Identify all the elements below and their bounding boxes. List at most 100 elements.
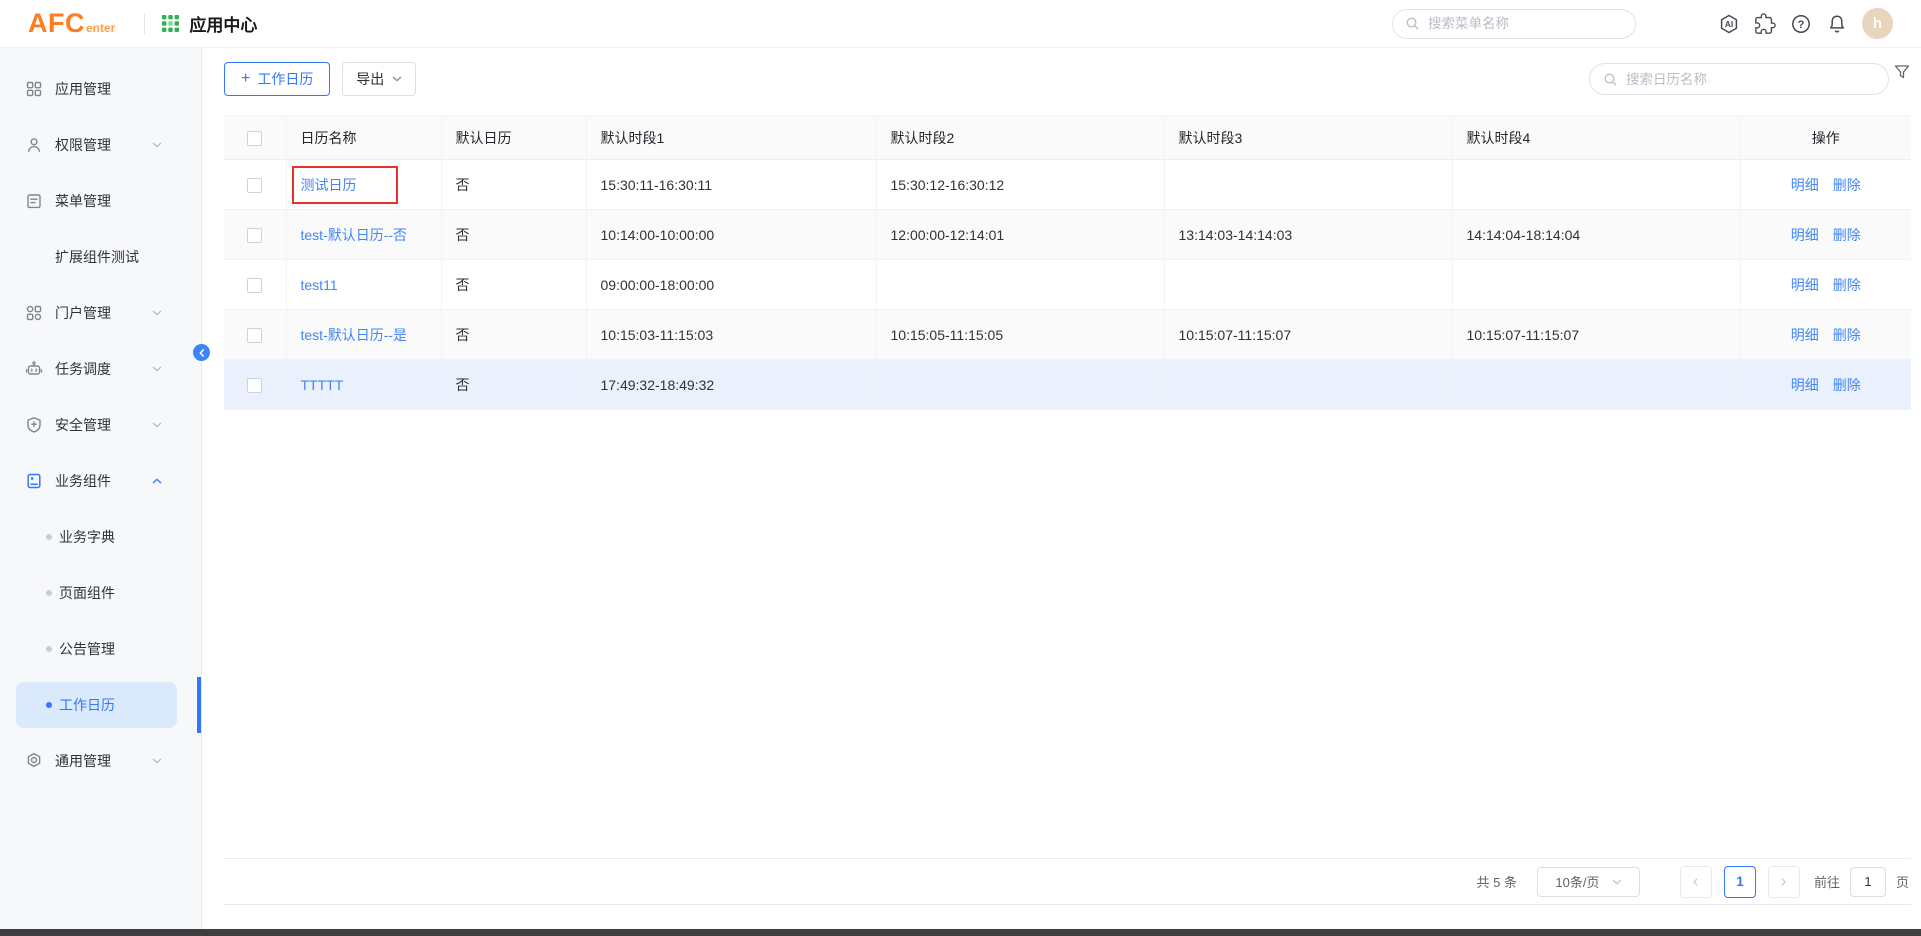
row-checkbox[interactable] (247, 378, 262, 393)
sidebar-item-portal-management[interactable]: 门户管理 (0, 285, 201, 341)
chevron-down-icon (152, 310, 162, 316)
calendar-name-link[interactable]: TTTTT (301, 377, 344, 393)
detail-link[interactable]: 明细 (1791, 227, 1819, 243)
goto-page-input[interactable] (1850, 867, 1886, 897)
pagination-bar: 共 5 条 10条/页 1 前往 页 (224, 858, 1911, 905)
ai-assistant-icon[interactable]: AI (1718, 13, 1740, 35)
time-slot-cell (1452, 360, 1740, 410)
time-slot-cell: 10:14:00-10:00:00 (586, 210, 876, 260)
component-book-icon (25, 472, 43, 490)
sidebar-item-menu-management[interactable]: 菜单管理 (0, 173, 201, 229)
sidebar-item-security-management[interactable]: 安全管理 (0, 397, 201, 453)
table-row: TTTTT否17:49:32-18:49:32明细删除 (224, 360, 1911, 410)
current-page-button[interactable]: 1 (1724, 866, 1756, 898)
search-icon (1603, 72, 1618, 87)
time-slot-cell: 15:30:12-16:30:12 (876, 160, 1164, 210)
sidebar-item-label: 业务组件 (55, 471, 111, 491)
sidebar-item-label: 菜单管理 (55, 191, 111, 211)
delete-link[interactable]: 删除 (1833, 277, 1861, 293)
sidebar-item-app-management[interactable]: 应用管理 (0, 61, 201, 117)
sidebar-item-business-dictionary[interactable]: 业务字典 (0, 509, 201, 565)
delete-link[interactable]: 删除 (1833, 327, 1861, 343)
detail-link[interactable]: 明细 (1791, 327, 1819, 343)
column-header-1: 默认日历 (441, 116, 586, 160)
select-all-checkbox[interactable] (247, 131, 262, 146)
sidebar-item-business-components[interactable]: 业务组件 (0, 453, 201, 509)
row-actions-cell: 明细删除 (1740, 360, 1911, 410)
delete-link[interactable]: 删除 (1833, 177, 1861, 193)
row-actions-cell: 明细删除 (1740, 210, 1911, 260)
calendar-name-link[interactable]: test-默认日历--是 (301, 327, 408, 343)
calendar-search-input[interactable] (1626, 72, 1875, 87)
user-icon (25, 136, 43, 154)
time-slot-cell (1452, 260, 1740, 310)
sidebar-item-general-management[interactable]: 通用管理 (0, 733, 201, 789)
sidebar-nav: 应用管理 权限管理 菜单管理 扩展组件测试 门户管理 (0, 48, 202, 929)
bullet-dot-icon (46, 590, 52, 596)
default-calendar-cell: 否 (441, 310, 586, 360)
horizontal-scrollbar[interactable] (0, 929, 1921, 936)
menu-search-input[interactable] (1428, 16, 1623, 31)
sidebar-item-task-scheduling[interactable]: 任务调度 (0, 341, 201, 397)
time-slot-cell: 10:15:03-11:15:03 (586, 310, 876, 360)
table-row: test-默认日历--是 否10:15:03-11:15:0310:15:05-1… (224, 310, 1911, 360)
calendar-name-link[interactable]: test11 (301, 277, 338, 293)
page-unit-label: 页 (1896, 872, 1909, 891)
default-calendar-cell: 否 (441, 160, 586, 210)
default-calendar-cell: 否 (441, 260, 586, 310)
app-center-grid-icon (162, 15, 179, 32)
sidebar-item-label: 应用管理 (55, 79, 111, 99)
prev-page-button[interactable] (1680, 866, 1712, 898)
row-checkbox[interactable] (247, 278, 262, 293)
row-checkbox[interactable] (247, 178, 262, 193)
table-body: 测试日历否15:30:11-16:30:1115:30:12-16:30:12明… (224, 160, 1911, 410)
detail-link[interactable]: 明细 (1791, 277, 1819, 293)
sidebar-item-permission-management[interactable]: 权限管理 (0, 117, 201, 173)
page-size-select[interactable]: 10条/页 (1537, 867, 1640, 897)
help-icon[interactable]: ? (1790, 13, 1812, 35)
time-slot-cell (876, 260, 1164, 310)
sidebar-item-label: 业务字典 (59, 527, 115, 547)
search-icon (1405, 16, 1420, 31)
column-header-2: 默认时段1 (586, 116, 876, 160)
sidebar-collapse-button[interactable] (193, 344, 210, 361)
time-slot-cell: 10:15:05-11:15:05 (876, 310, 1164, 360)
delete-link[interactable]: 删除 (1833, 377, 1861, 393)
sidebar-item-announcement-management[interactable]: 公告管理 (0, 621, 201, 677)
calendar-name-link[interactable]: test-默认日历--否 (301, 227, 408, 243)
calendar-name-link[interactable]: 测试日历 (301, 177, 357, 193)
sidebar-item-label: 通用管理 (55, 751, 111, 771)
page-title: 应用中心 (189, 11, 257, 36)
detail-link[interactable]: 明细 (1791, 377, 1819, 393)
sidebar-item-page-components[interactable]: 页面组件 (0, 565, 201, 621)
sidebar-item-label: 扩展组件测试 (55, 247, 139, 267)
time-slot-cell (1164, 260, 1452, 310)
row-checkbox[interactable] (247, 228, 262, 243)
sidebar-item-label: 门户管理 (55, 303, 111, 323)
time-slot-cell: 13:14:03-14:14:03 (1164, 210, 1452, 260)
next-page-button[interactable] (1768, 866, 1800, 898)
create-calendar-label: 工作日历 (257, 69, 313, 89)
sidebar-item-extension-component-test[interactable]: 扩展组件测试 (0, 229, 201, 285)
detail-link[interactable]: 明细 (1791, 177, 1819, 193)
svg-text:?: ? (1798, 19, 1805, 31)
plus-icon: + (241, 71, 250, 87)
row-checkbox[interactable] (247, 328, 262, 343)
export-button[interactable]: 导出 (342, 62, 416, 96)
chevron-down-icon (152, 366, 162, 372)
sidebar-item-work-calendar[interactable]: 工作日历 (0, 677, 201, 733)
calendar-table: 日历名称默认日历默认时段1默认时段2默认时段3默认时段4操作测试日历否15:30… (224, 115, 1911, 410)
gear-icon (25, 752, 43, 770)
sidebar-item-label: 任务调度 (55, 359, 111, 379)
time-slot-cell (1164, 160, 1452, 210)
user-avatar[interactable]: h (1862, 8, 1893, 39)
column-header-3: 默认时段2 (876, 116, 1164, 160)
plugin-puzzle-icon[interactable] (1754, 13, 1776, 35)
create-calendar-button[interactable]: + 工作日历 (224, 62, 330, 96)
default-calendar-cell: 否 (441, 360, 586, 410)
app-logo[interactable]: AFC enter (28, 10, 115, 37)
delete-link[interactable]: 删除 (1833, 227, 1861, 243)
filter-funnel-icon[interactable] (1893, 63, 1911, 81)
notification-bell-icon[interactable] (1826, 13, 1848, 35)
sidebar-item-label: 页面组件 (59, 583, 115, 603)
